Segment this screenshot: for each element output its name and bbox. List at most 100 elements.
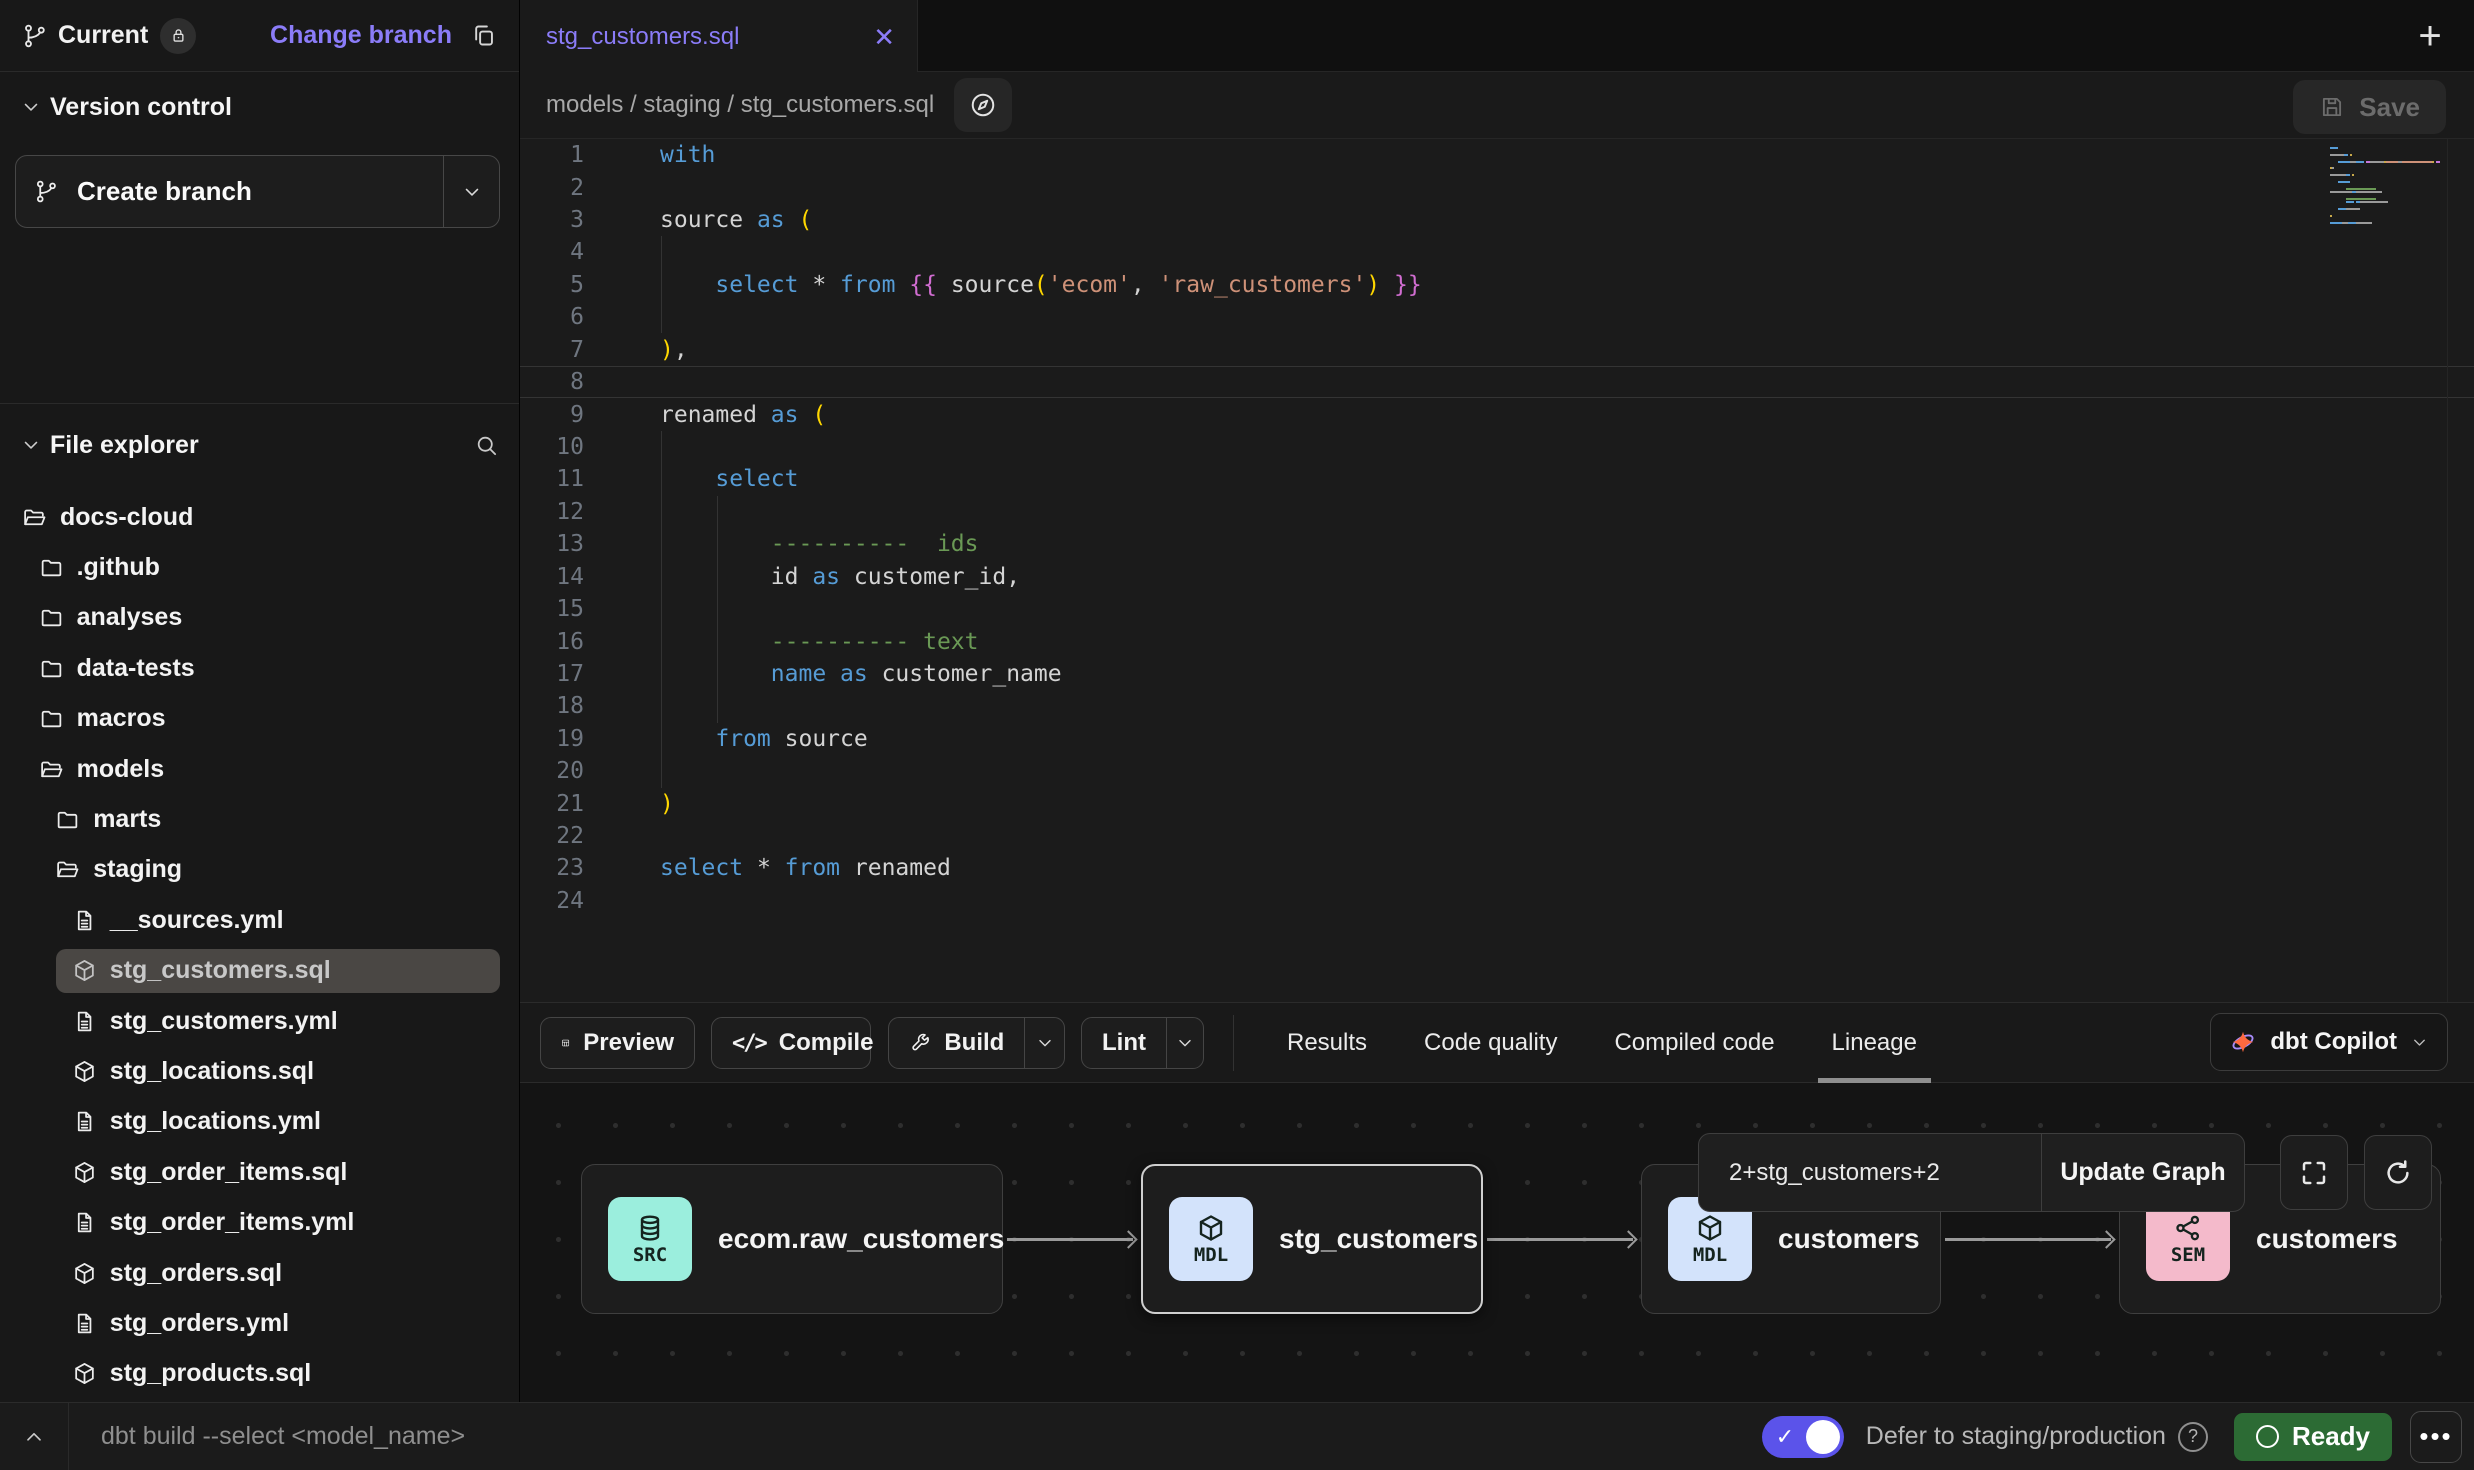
code-line-19[interactable]: 19 from source: [520, 723, 2474, 755]
line-number: 7: [520, 337, 612, 363]
search-icon: [474, 433, 499, 458]
line-number: 21: [520, 791, 612, 817]
save-button[interactable]: Save: [2293, 80, 2446, 134]
minimap[interactable]: [2330, 147, 2442, 228]
code-line-14[interactable]: 14 id as customer_id,: [520, 560, 2474, 592]
code-line-6[interactable]: 6: [520, 301, 2474, 333]
code-line-24[interactable]: 24: [520, 885, 2474, 917]
file-label: stg_customers.sql: [110, 956, 331, 985]
more-options-button[interactable]: •••: [2410, 1411, 2462, 1463]
code-line-2[interactable]: 2: [520, 171, 2474, 203]
sidebar-item-stg-locations-sql[interactable]: stg_locations.sql: [0, 1046, 519, 1096]
file-label: stg_products.sql: [110, 1359, 311, 1388]
file-label: stg_orders.yml: [110, 1309, 289, 1338]
create-branch-button[interactable]: Create branch: [15, 155, 500, 228]
code-line-4[interactable]: 4: [520, 236, 2474, 268]
code-line-17[interactable]: 17 name as customer_name: [520, 658, 2474, 690]
sidebar-item-docs-cloud[interactable]: docs-cloud: [0, 492, 519, 542]
lint-dropdown[interactable]: [1166, 1018, 1203, 1068]
sidebar-item-github[interactable]: .github: [0, 542, 519, 592]
save-label: Save: [2359, 92, 2420, 123]
compile-button[interactable]: </> Compile: [711, 1017, 871, 1069]
code-line-23[interactable]: 23select * from renamed: [520, 852, 2474, 884]
help-icon[interactable]: ?: [2178, 1422, 2208, 1452]
code-line-11[interactable]: 11 select: [520, 463, 2474, 495]
lineage-node-mdl-stg-customers[interactable]: MDLstg_customers: [1141, 1164, 1483, 1314]
sidebar-item-stg-products-sql[interactable]: stg_products.sql: [0, 1349, 519, 1399]
lineage-selector-input[interactable]: 2+stg_customers+2: [1699, 1134, 2041, 1211]
sidebar-item-marts[interactable]: marts: [0, 794, 519, 844]
sidebar-item-stg-order-items-sql[interactable]: stg_order_items.sql: [0, 1147, 519, 1197]
badge-label: MDL: [1693, 1244, 1727, 1266]
sidebar-item-stg-order-items-yml[interactable]: stg_order_items.yml: [0, 1197, 519, 1247]
tab-results[interactable]: Results: [1287, 1003, 1367, 1083]
lint-label: Lint: [1102, 1029, 1146, 1057]
code-line-16[interactable]: 16 ---------- text: [520, 625, 2474, 657]
tab-stg-customers-sql[interactable]: stg_customers.sql ✕: [520, 0, 918, 73]
code-line-18[interactable]: 18: [520, 690, 2474, 722]
lineage-node-src-ecom-raw-customers[interactable]: SRCecom.raw_customers: [581, 1164, 1003, 1314]
folder-icon: [55, 807, 80, 832]
command-bar-collapse-button[interactable]: [0, 1403, 69, 1470]
tab-compiled-code[interactable]: Compiled code: [1614, 1003, 1774, 1083]
lint-button[interactable]: Lint: [1081, 1017, 1204, 1069]
sidebar-item-analyses[interactable]: analyses: [0, 593, 519, 643]
build-dropdown[interactable]: [1024, 1018, 1064, 1068]
code-line-5[interactable]: 5 select * from {{ source('ecom', 'raw_c…: [520, 269, 2474, 301]
dbt-copilot-button[interactable]: dbt Copilot: [2210, 1013, 2448, 1071]
sidebar-item-stg-locations-yml[interactable]: stg_locations.yml: [0, 1097, 519, 1147]
node-label: customers: [2256, 1223, 2398, 1255]
tab-code-quality[interactable]: Code quality: [1424, 1003, 1557, 1083]
command-input[interactable]: dbt build --select <model_name>: [101, 1422, 1762, 1451]
code-line-3[interactable]: 3source as (: [520, 204, 2474, 236]
code-line-13[interactable]: 13 ---------- ids: [520, 528, 2474, 560]
sidebar-item-macros[interactable]: macros: [0, 694, 519, 744]
code-line-1[interactable]: 1with: [520, 139, 2474, 171]
code-line-10[interactable]: 10: [520, 431, 2474, 463]
update-graph-button[interactable]: Update Graph: [2041, 1134, 2244, 1211]
create-branch-dropdown[interactable]: [443, 156, 499, 227]
lineage-filter-bar: 2+stg_customers+2 Update Graph: [1698, 1133, 2245, 1212]
sidebar-item-models[interactable]: models: [0, 744, 519, 794]
code-editor[interactable]: 1with23source as (45 select * from {{ so…: [520, 139, 2474, 1002]
sidebar-item-staging[interactable]: staging: [0, 845, 519, 895]
lineage-fullscreen-button[interactable]: [2280, 1135, 2348, 1210]
create-branch-main[interactable]: Create branch: [16, 156, 443, 227]
close-tab-icon[interactable]: ✕: [873, 24, 895, 50]
lineage-refresh-button[interactable]: [2364, 1135, 2432, 1210]
preview-button[interactable]: Preview: [540, 1017, 695, 1069]
code-line-20[interactable]: 20: [520, 755, 2474, 787]
table-icon: [561, 1030, 570, 1056]
sidebar-item-sources-yml[interactable]: __sources.yml: [0, 895, 519, 945]
toolbar-divider: [1233, 1015, 1234, 1071]
folder-open-icon: [22, 505, 47, 530]
sidebar-item-data-tests[interactable]: data-tests: [0, 643, 519, 693]
sidebar-item-stg-orders-yml[interactable]: stg_orders.yml: [0, 1298, 519, 1348]
build-button[interactable]: Build: [888, 1017, 1065, 1069]
copy-branch-button[interactable]: [470, 22, 497, 49]
line-number: 18: [520, 693, 612, 719]
sidebar-item-stg-customers-yml[interactable]: stg_customers.yml: [0, 996, 519, 1046]
line-number: 1: [520, 142, 612, 168]
code-line-22[interactable]: 22: [520, 820, 2474, 852]
tab-label: stg_customers.sql: [546, 23, 873, 51]
new-tab-button[interactable]: +: [2408, 14, 2452, 58]
change-branch-link[interactable]: Change branch: [270, 21, 452, 50]
tab-lineage[interactable]: Lineage: [1832, 1003, 1917, 1083]
file-search-button[interactable]: [474, 433, 499, 458]
defer-toggle[interactable]: ✓: [1762, 1416, 1844, 1458]
code-line-15[interactable]: 15: [520, 593, 2474, 625]
file-explorer-section-header[interactable]: File explorer: [0, 424, 519, 466]
code-line-9[interactable]: 9renamed as (: [520, 398, 2474, 430]
code-line-12[interactable]: 12: [520, 496, 2474, 528]
lock-icon: [169, 26, 188, 45]
create-branch-label: Create branch: [77, 176, 252, 207]
sidebar-item-stg-customers-sql[interactable]: stg_customers.sql: [0, 946, 519, 996]
ready-status-badge[interactable]: Ready: [2234, 1413, 2392, 1461]
version-control-section-header[interactable]: Version control: [0, 86, 519, 128]
code-line-7[interactable]: 7),: [520, 334, 2474, 366]
locate-file-button[interactable]: [954, 78, 1012, 132]
code-line-21[interactable]: 21): [520, 787, 2474, 819]
code-line-8[interactable]: 8: [520, 366, 2474, 398]
sidebar-item-stg-orders-sql[interactable]: stg_orders.sql: [0, 1248, 519, 1298]
